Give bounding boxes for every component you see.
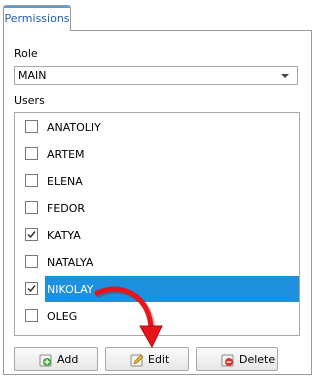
delete-icon — [221, 354, 234, 367]
chevron-down-icon[interactable] — [281, 74, 289, 78]
list-item-selected[interactable]: NIKOLAY — [15, 276, 299, 302]
user-name: ELENA — [47, 175, 83, 188]
list-item[interactable]: ARTEM — [15, 141, 299, 167]
list-item[interactable]: ELENA — [15, 168, 299, 194]
user-name: ARTEM — [47, 148, 85, 161]
list-item[interactable]: OLEG — [15, 303, 299, 329]
list-item[interactable]: FEDOR — [15, 195, 299, 221]
user-name: FEDOR — [47, 202, 86, 215]
user-name: NATALYA — [47, 256, 94, 269]
checkmark-icon — [27, 231, 36, 239]
user-checkbox[interactable] — [25, 147, 38, 160]
list-item[interactable]: NATALYA — [15, 249, 299, 275]
user-checkbox[interactable] — [25, 309, 38, 322]
list-item[interactable]: KATYA — [15, 222, 299, 248]
checkmark-icon — [27, 285, 36, 293]
users-label: Users — [14, 94, 45, 107]
user-name: NIKOLAY — [47, 283, 94, 296]
role-select[interactable]: MAIN — [14, 66, 298, 85]
add-button-label: Add — [57, 353, 79, 366]
add-button[interactable]: Add — [14, 347, 98, 371]
tab-accent — [4, 6, 70, 8]
edit-button-label: Edit — [148, 353, 170, 366]
users-list: ANATOLIY ARTEM ELENA FEDOR KATYA NATALYA… — [14, 112, 300, 336]
user-checkbox[interactable] — [25, 255, 38, 268]
delete-button-label: Delete — [239, 353, 276, 366]
user-checkbox[interactable] — [25, 228, 38, 241]
user-checkbox[interactable] — [25, 201, 38, 214]
user-name: ANATOLIY — [47, 121, 101, 134]
delete-button[interactable]: Delete — [196, 347, 278, 371]
pencil-icon — [130, 354, 144, 367]
add-icon — [39, 354, 52, 367]
role-select-value: MAIN — [18, 69, 47, 82]
user-checkbox[interactable] — [25, 120, 38, 133]
user-checkbox[interactable] — [25, 282, 38, 295]
user-name: OLEG — [47, 310, 78, 323]
tab-label: Permissions — [4, 12, 70, 25]
tab-permissions[interactable]: Permissions — [3, 5, 71, 31]
list-item[interactable]: ANATOLIY — [15, 114, 299, 140]
edit-button[interactable]: Edit — [105, 347, 189, 371]
user-checkbox[interactable] — [25, 174, 38, 187]
user-name: KATYA — [47, 229, 81, 242]
role-label: Role — [14, 47, 38, 60]
